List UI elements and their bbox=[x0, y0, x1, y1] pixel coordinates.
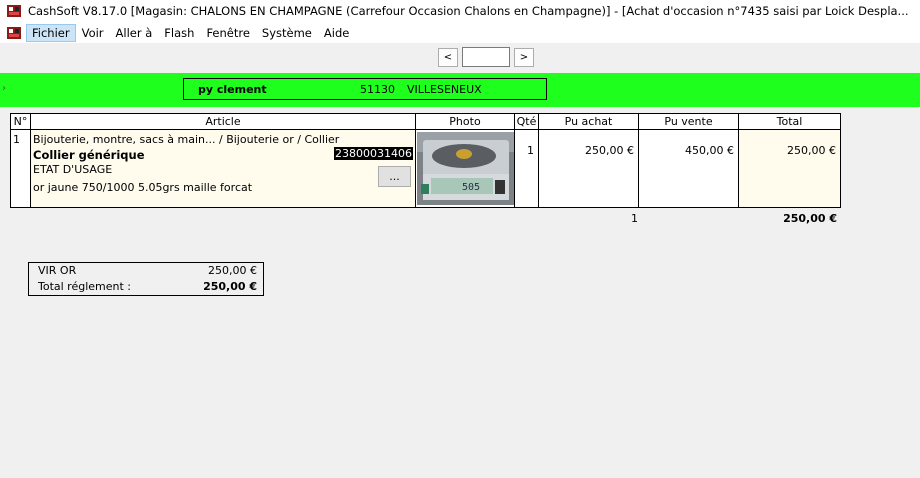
article-cell: Bijouterie, montre, sacs à main... / Bij… bbox=[31, 130, 415, 207]
row-qty[interactable]: 1 bbox=[514, 129, 539, 208]
grand-total: 250,00 € bbox=[783, 212, 837, 225]
payment-total-value: 250,00 € bbox=[203, 280, 257, 293]
article-photo[interactable]: 505 bbox=[417, 132, 514, 205]
menu-systeme[interactable]: Système bbox=[256, 24, 318, 42]
menu-flash[interactable]: Flash bbox=[158, 24, 200, 42]
menu-fichier[interactable]: Fichier bbox=[26, 23, 76, 42]
menu-voir[interactable]: Voir bbox=[76, 24, 110, 42]
chevron-right-icon[interactable]: › bbox=[2, 83, 6, 94]
row-qty-text: 1 bbox=[527, 144, 534, 157]
menu-aide[interactable]: Aide bbox=[318, 24, 355, 42]
total-qty: 1 bbox=[631, 212, 638, 225]
page-input[interactable] bbox=[462, 47, 510, 67]
next-button[interactable]: > bbox=[514, 48, 534, 67]
menu-fenetre[interactable]: Fenêtre bbox=[200, 24, 255, 42]
window-title: CashSoft V8.17.0 [Magasin: CHALONS EN CH… bbox=[28, 4, 909, 18]
app-icon bbox=[7, 5, 21, 17]
client-box[interactable]: py clement 51130 VILLESENEUX bbox=[183, 78, 547, 100]
scale-display-text: 505 bbox=[462, 182, 480, 193]
payment-method-label: VIR OR bbox=[38, 264, 77, 277]
previous-button[interactable]: < bbox=[438, 48, 458, 67]
payment-total-label: Total réglement : bbox=[38, 280, 132, 293]
article-name: Collier générique bbox=[33, 148, 145, 162]
article-category: Bijouterie, montre, sacs à main... / Bij… bbox=[33, 133, 340, 146]
row-pu-vente[interactable]: 450,00 € bbox=[638, 129, 739, 208]
header-photo[interactable]: Photo bbox=[415, 113, 515, 130]
header-total[interactable]: Total bbox=[738, 113, 841, 130]
row-pu-vente-text: 450,00 € bbox=[685, 144, 734, 157]
navigation-row: < > bbox=[0, 43, 920, 73]
header-num[interactable]: N° bbox=[10, 113, 31, 130]
article-state: ETAT D'USAGE bbox=[33, 163, 113, 176]
header-qty[interactable]: Qté bbox=[514, 113, 539, 130]
header-article[interactable]: Article bbox=[30, 113, 416, 130]
article-description: or jaune 750/1000 5.05grs maille forcat bbox=[33, 181, 253, 194]
row-total-text: 250,00 € bbox=[787, 144, 836, 157]
row-pu-achat[interactable]: 250,00 € bbox=[538, 129, 639, 208]
row-photo[interactable]: 505 bbox=[415, 129, 515, 208]
payment-method-value: 250,00 € bbox=[208, 264, 257, 277]
client-name: py clement bbox=[198, 82, 267, 96]
items-table: N° Article Photo Qté Pu achat Pu vente T… bbox=[10, 113, 841, 208]
header-pu-vente[interactable]: Pu vente bbox=[638, 113, 739, 130]
header-pu-achat[interactable]: Pu achat bbox=[538, 113, 639, 130]
menu-aller-a[interactable]: Aller à bbox=[110, 24, 159, 42]
row-num: 1 bbox=[10, 129, 31, 208]
row-total[interactable]: 250,00 € bbox=[738, 129, 841, 208]
row-article[interactable]: Bijouterie, montre, sacs à main... / Bij… bbox=[30, 129, 416, 208]
scale-photo-image: 505 bbox=[417, 132, 514, 205]
row-pu-achat-text: 250,00 € bbox=[585, 144, 634, 157]
article-barcode[interactable]: 23800031406 bbox=[334, 147, 413, 160]
table-header: N° Article Photo Qté Pu achat Pu vente T… bbox=[10, 113, 841, 130]
client-band: › py clement 51130 VILLESENEUX bbox=[0, 73, 920, 107]
row-num-text: 1 bbox=[13, 133, 20, 146]
menu-bar: Fichier Voir Aller à Flash Fenêtre Systè… bbox=[0, 22, 920, 43]
article-details-button[interactable]: ... bbox=[378, 166, 411, 187]
payment-box: VIR OR 250,00 € Total réglement : 250,00… bbox=[28, 262, 264, 296]
title-bar: CashSoft V8.17.0 [Magasin: CHALONS EN CH… bbox=[0, 0, 920, 22]
document-icon[interactable] bbox=[6, 26, 22, 40]
table-row[interactable]: 1 Bijouterie, montre, sacs à main... / B… bbox=[10, 129, 841, 208]
client-zip: 51130 bbox=[360, 82, 395, 96]
client-city: VILLESENEUX bbox=[407, 82, 482, 96]
